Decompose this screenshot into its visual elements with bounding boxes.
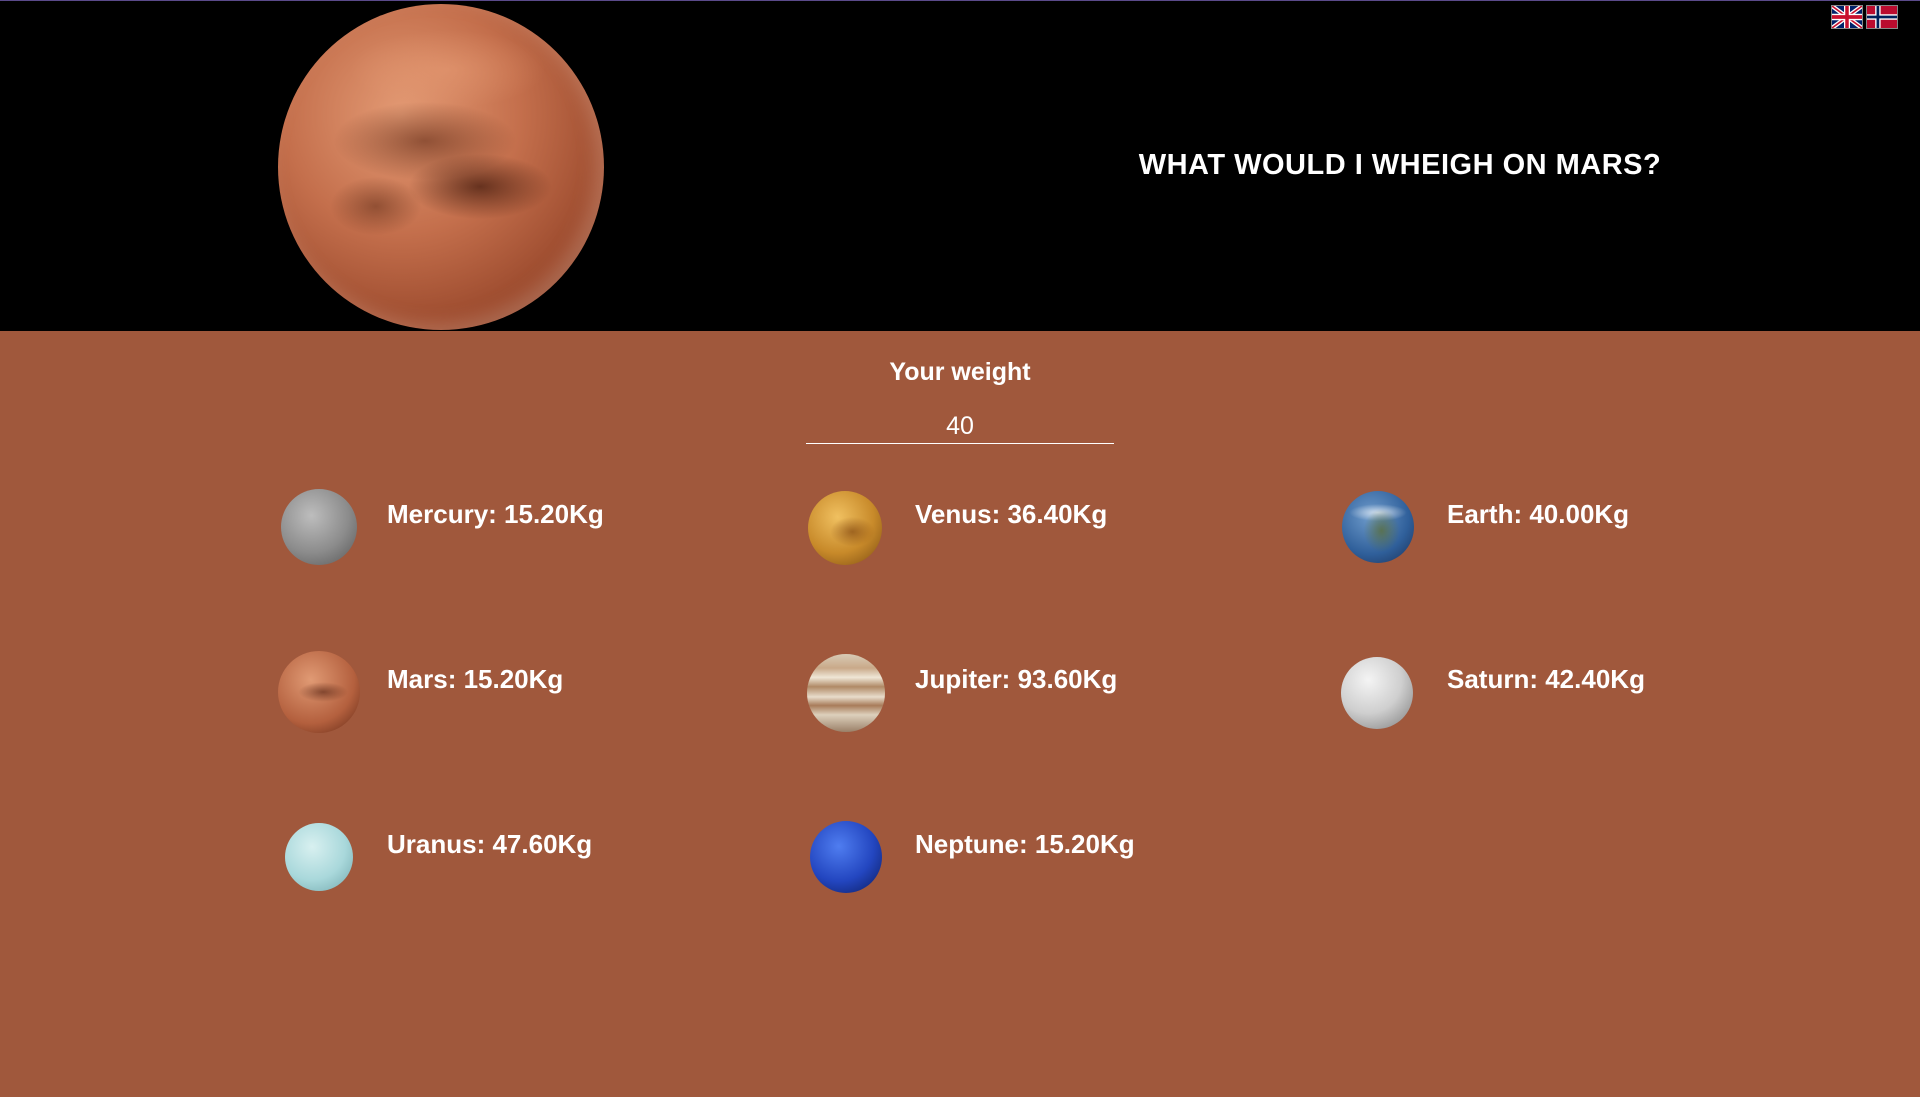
jupiter-icon: [807, 654, 885, 732]
uk-flag-icon[interactable]: [1831, 5, 1863, 29]
mars-hero-image: [278, 4, 604, 330]
planet-label-venus: Venus: 36.40Kg: [915, 499, 1108, 529]
planet-label-neptune: Neptune: 15.20Kg: [915, 829, 1135, 859]
weight-input[interactable]: [806, 409, 1114, 444]
planet-item-venus: [808, 491, 882, 565]
planet-label-jupiter: Jupiter: 93.60Kg: [915, 664, 1118, 694]
page-title: WHAT WOULD I WHEIGH ON MARS?: [1138, 149, 1662, 181]
planet-label-uranus: Uranus: 47.60Kg: [387, 829, 593, 859]
planet-item-mars: [278, 651, 360, 733]
mars-icon: [278, 651, 360, 733]
planet-label-earth: Earth: 40.00Kg: [1447, 499, 1630, 529]
language-switcher: [1831, 5, 1898, 29]
weight-label: Your weight: [889, 358, 1031, 386]
planet-item-earth: [1342, 491, 1414, 563]
planet-item-saturn: [1341, 657, 1413, 729]
saturn-icon: [1341, 657, 1413, 729]
planet-label-mercury: Mercury: 15.20Kg: [387, 499, 604, 529]
mercury-icon: [281, 489, 357, 565]
uranus-icon: [285, 823, 353, 891]
planet-label-mars: Mars: 15.20Kg: [387, 664, 564, 694]
neptune-icon: [810, 821, 882, 893]
planet-item-uranus: [285, 823, 353, 891]
main-content: Your weight Mercury: 15.20Kg Venus: 36.4…: [0, 331, 1920, 1097]
earth-icon: [1342, 491, 1414, 563]
planet-label-saturn: Saturn: 42.40Kg: [1447, 664, 1645, 694]
planet-item-jupiter: [807, 654, 885, 732]
header: WHAT WOULD I WHEIGH ON MARS?: [0, 0, 1920, 331]
venus-icon: [808, 491, 882, 565]
norway-flag-icon[interactable]: [1866, 5, 1898, 29]
planet-item-neptune: [810, 821, 882, 893]
planet-item-mercury: [281, 489, 357, 565]
